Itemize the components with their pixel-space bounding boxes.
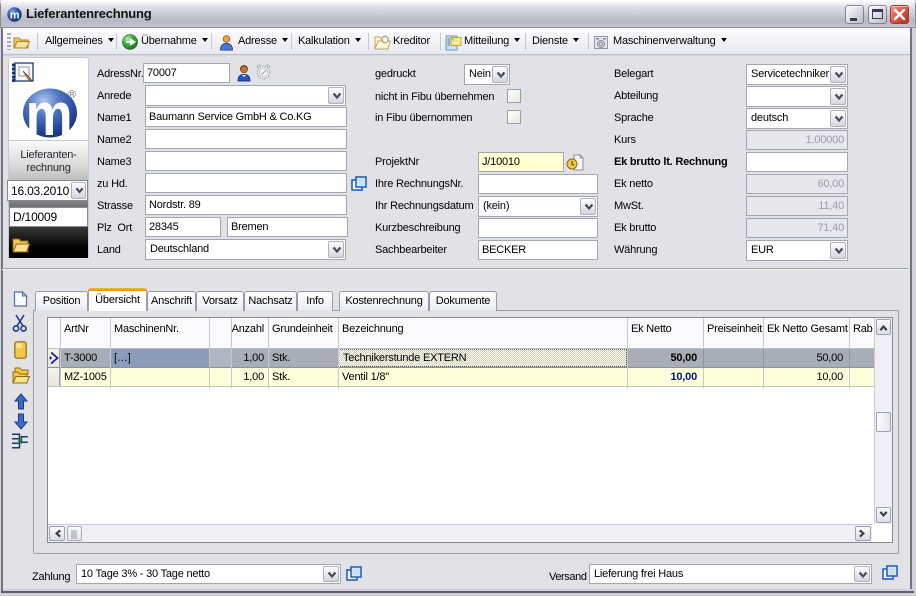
svg-text:m: m bbox=[26, 88, 73, 138]
svg-text:R: R bbox=[70, 92, 75, 99]
svg-text:m: m bbox=[10, 9, 20, 21]
